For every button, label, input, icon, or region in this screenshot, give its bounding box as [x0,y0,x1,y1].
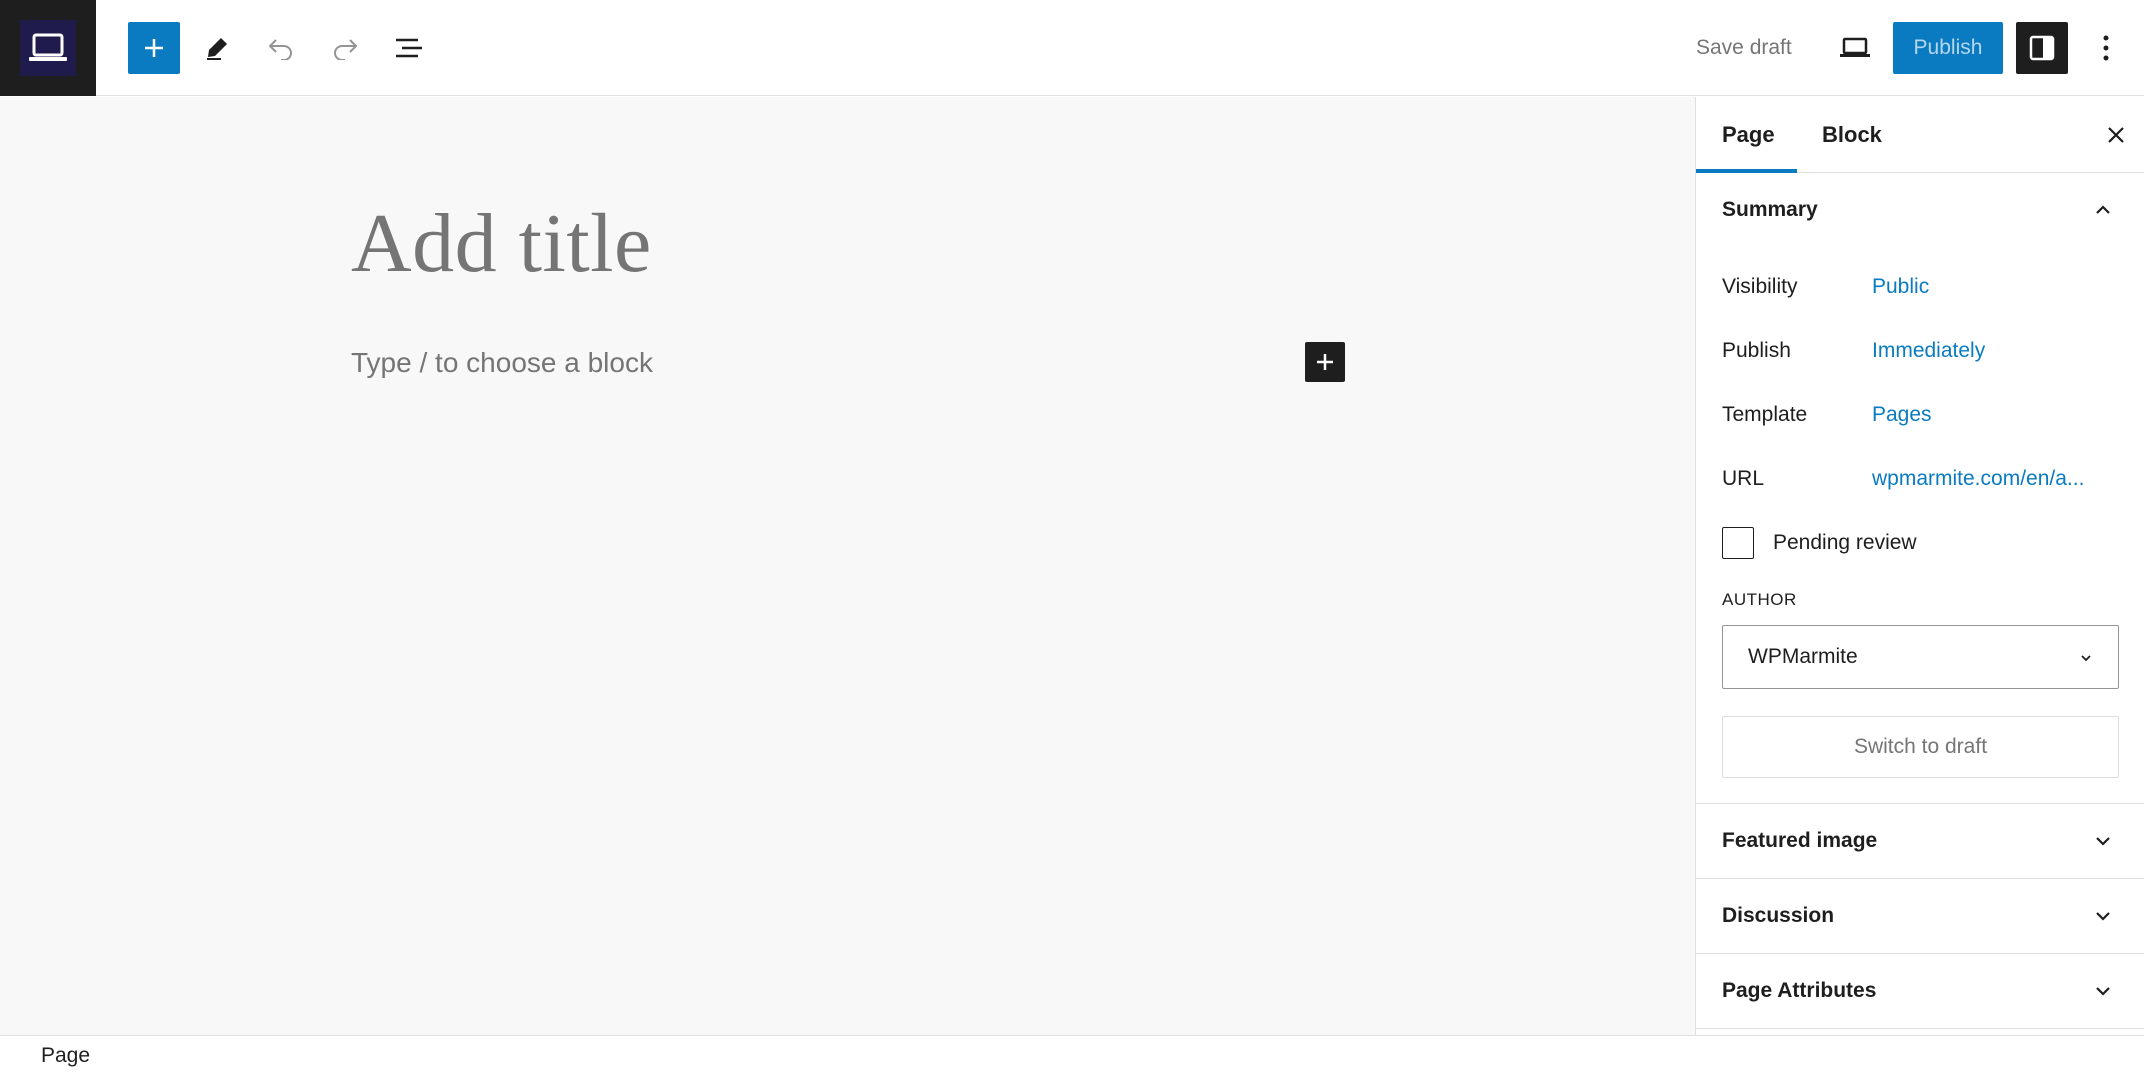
editor-top-toolbar: Save draft Publish [0,0,2144,96]
chevron-up-icon [2096,205,2110,214]
close-icon [2108,127,2124,143]
publish-button[interactable]: Publish [1893,22,2003,74]
save-draft-button[interactable]: Save draft [1684,22,1804,74]
laptop-icon [1840,37,1870,57]
chevron-down-icon [2081,655,2091,662]
summary-panel-toggle[interactable]: Summary [1696,173,2144,247]
editor-canvas: Add title Type / to choose a block [0,97,1695,1035]
discussion-panel-title: Discussion [1722,904,1835,927]
template-value-button[interactable]: Pages [1872,403,1932,427]
tools-button[interactable] [191,22,243,74]
sidebar-icon [2029,35,2055,61]
plus-icon [1317,354,1333,370]
visibility-label: Visibility [1722,275,1798,298]
discussion-panel-toggle[interactable]: Discussion [1696,879,2144,953]
laptop-icon [20,20,76,76]
tab-block[interactable]: Block [1822,97,1882,173]
author-label: AUTHOR [1722,590,1797,609]
pencil-icon [207,38,227,60]
author-select[interactable]: WPMarmite [1722,625,2119,689]
page-attributes-panel-toggle[interactable]: Page Attributes [1696,954,2144,1028]
visibility-value-button[interactable]: Public [1872,275,1929,299]
default-block-appender[interactable]: Type / to choose a block [351,347,653,379]
tab-page[interactable]: Page [1722,97,1775,173]
sidebar-tabs: Page Block [1696,97,2144,173]
preview-button[interactable] [1829,22,1881,74]
document-overview-button[interactable] [383,22,435,74]
plus-icon [145,39,163,57]
switch-to-draft-button[interactable]: Switch to draft [1722,716,2119,778]
redo-button[interactable] [319,22,371,74]
chevron-down-icon [2096,987,2110,996]
url-value-button[interactable]: wpmarmite.com/en/a... [1872,467,2084,491]
pending-review-label: Pending review [1773,531,1917,554]
undo-button[interactable] [255,22,307,74]
publish-date-button[interactable]: Immediately [1872,339,1985,363]
url-label: URL [1722,467,1765,490]
breadcrumb-page[interactable]: Page [41,1044,90,1068]
panel-divider [1696,1028,2144,1029]
add-block-button[interactable] [128,22,180,74]
chevron-down-icon [2096,837,2110,846]
summary-panel-title: Summary [1722,198,1818,221]
close-sidebar-button[interactable] [2094,113,2138,157]
chevron-down-icon [2096,912,2110,921]
options-menu-button[interactable] [2080,22,2132,74]
undo-icon [268,39,292,60]
redo-icon [334,39,358,60]
author-selected-value: WPMarmite [1748,645,1858,668]
more-vertical-icon [2103,35,2109,61]
page-attributes-panel-title: Page Attributes [1722,979,1877,1002]
settings-toggle-button[interactable] [2016,22,2068,74]
post-title-input[interactable]: Add title [351,195,652,292]
settings-sidebar: Page Block Summary Visibility Public Pub… [1695,97,2144,1035]
featured-image-panel-toggle[interactable]: Featured image [1696,804,2144,878]
publish-label: Publish [1722,339,1791,362]
template-label: Template [1722,403,1808,426]
inline-add-block-button[interactable] [1305,342,1345,382]
list-view-icon [396,38,422,58]
site-logo-button[interactable] [0,0,96,96]
pending-review-checkbox[interactable] [1722,527,1754,559]
featured-image-panel-title: Featured image [1722,829,1878,852]
block-breadcrumb-bar: Page [0,1035,2144,1074]
